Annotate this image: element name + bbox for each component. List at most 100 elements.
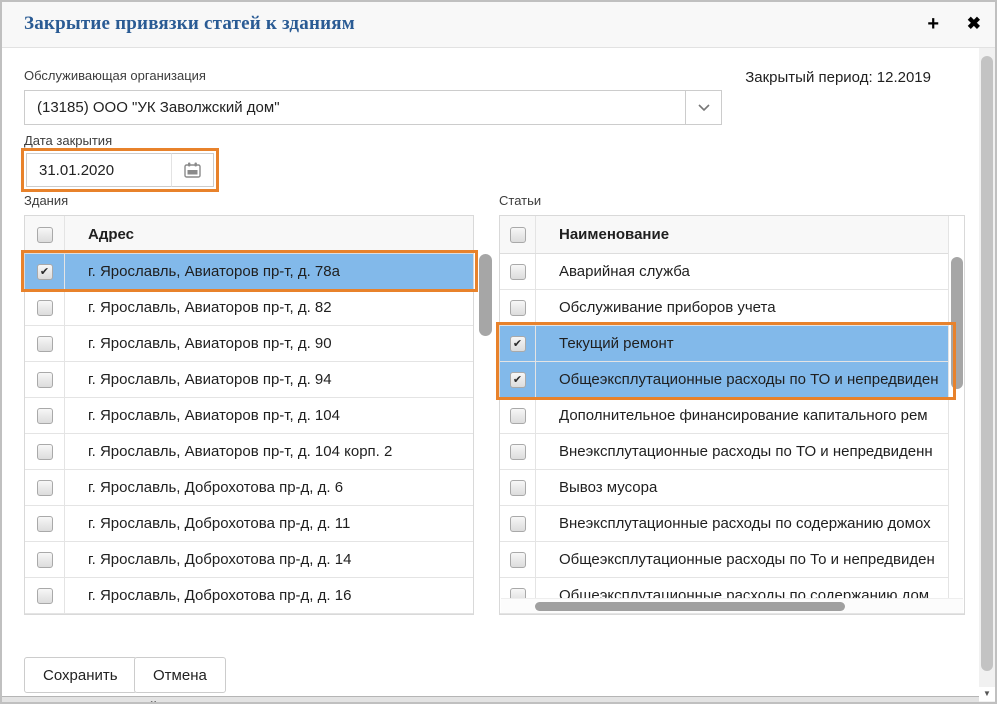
buildings-label: Здания — [24, 193, 68, 208]
row-checkbox[interactable] — [510, 408, 526, 424]
table-row[interactable]: г. Ярославль, Доброхотова пр-д, д. 11 — [25, 506, 473, 542]
table-row[interactable]: г. Ярославль, Доброхотова пр-д, д. 14 — [25, 542, 473, 578]
organization-select[interactable]: (13185) ООО "УК Заволжский дом" — [24, 90, 686, 125]
row-checkbox[interactable] — [37, 516, 53, 532]
table-row[interactable]: г. Ярославль, Авиаторов пр-т, д. 78а — [25, 254, 473, 290]
row-checkbox[interactable] — [37, 264, 53, 280]
row-checkbox[interactable] — [37, 480, 53, 496]
row-checkbox[interactable] — [510, 516, 526, 532]
row-checkbox[interactable] — [37, 552, 53, 568]
table-row[interactable]: Обслуживание приборов учета — [500, 290, 964, 326]
select-all-checkbox[interactable] — [510, 227, 526, 243]
row-label: Внеэксплутационные расходы по содержанию… — [536, 515, 964, 532]
row-label: г. Ярославль, Доброхотова пр-д, д. 6 — [65, 479, 473, 496]
table-row[interactable]: г. Ярославль, Авиаторов пр-т, д. 82 — [25, 290, 473, 326]
table-row[interactable]: г. Ярославль, Доброхотова пр-д, д. 6 — [25, 470, 473, 506]
row-checkbox-cell — [25, 470, 65, 505]
dialog-title: Закрытие привязки статей к зданиям — [24, 13, 355, 35]
row-checkbox[interactable] — [37, 336, 53, 352]
articles-hscrollbar-track — [501, 598, 963, 613]
cancel-button[interactable]: Отмена — [134, 657, 226, 693]
row-checkbox-cell — [500, 362, 536, 397]
table-row[interactable]: Вывоз мусора — [500, 470, 964, 506]
articles-scrollbar-thumb[interactable] — [951, 257, 963, 389]
select-all-checkbox[interactable] — [37, 227, 53, 243]
row-checkbox-cell — [25, 290, 65, 325]
row-checkbox[interactable] — [510, 336, 526, 352]
header-checkbox-cell — [25, 216, 65, 253]
chevron-down-icon — [697, 103, 711, 112]
scroll-down-icon[interactable]: ▼ — [979, 687, 995, 701]
calendar-button[interactable] — [171, 153, 214, 187]
row-checkbox-cell — [500, 434, 536, 469]
row-checkbox[interactable] — [37, 372, 53, 388]
row-checkbox[interactable] — [510, 444, 526, 460]
column-header-address: Адрес — [65, 226, 473, 243]
row-label: г. Ярославль, Доброхотова пр-д, д. 11 — [65, 515, 473, 532]
buildings-table: Адрес г. Ярославль, Авиаторов пр-т, д. 7… — [24, 215, 474, 615]
table-row[interactable]: Аварийная служба — [500, 254, 964, 290]
header-checkbox-cell — [500, 216, 536, 253]
page-scrollbar-thumb[interactable] — [981, 56, 993, 671]
background-column-header: Наименование статей — [16, 699, 157, 704]
table-row[interactable]: Дополнительное финансирование капитально… — [500, 398, 964, 434]
row-label: г. Ярославль, Доброхотова пр-д, д. 14 — [65, 551, 473, 568]
row-checkbox[interactable] — [37, 300, 53, 316]
row-checkbox[interactable] — [37, 444, 53, 460]
calendar-icon — [184, 162, 201, 178]
row-checkbox-cell — [500, 506, 536, 541]
closing-date-input[interactable]: 31.01.2020 — [26, 153, 172, 187]
page-scrollbar: ▼ — [979, 48, 995, 702]
table-row[interactable]: г. Ярославль, Авиаторов пр-т, д. 104 кор… — [25, 434, 473, 470]
buildings-rows: г. Ярославль, Авиаторов пр-т, д. 78а г. … — [25, 254, 473, 614]
row-checkbox[interactable] — [510, 552, 526, 568]
buildings-scrollbar-thumb[interactable] — [479, 254, 492, 336]
row-checkbox[interactable] — [37, 588, 53, 604]
organization-dropdown-button[interactable] — [685, 90, 722, 125]
row-checkbox[interactable] — [37, 408, 53, 424]
row-checkbox-cell — [25, 578, 65, 613]
background-column-header: Дата окончания — [895, 699, 979, 704]
row-label: Дополнительное финансирование капитально… — [536, 407, 964, 424]
row-checkbox-cell — [500, 290, 536, 325]
row-checkbox[interactable] — [510, 264, 526, 280]
row-label: г. Ярославль, Авиаторов пр-т, д. 78а — [65, 263, 473, 280]
row-label: Общеэксплутационные расходы по То и непр… — [536, 551, 964, 568]
closing-date-label: Дата закрытия — [24, 133, 112, 148]
table-row[interactable]: Общеэксплутационные расходы по То и непр… — [500, 542, 964, 578]
row-label: Общеэксплутационные расходы по ТО и непр… — [536, 371, 964, 388]
row-checkbox[interactable] — [510, 480, 526, 496]
table-row[interactable]: г. Ярославль, Авиаторов пр-т, д. 90 — [25, 326, 473, 362]
row-checkbox-cell — [500, 326, 536, 361]
row-checkbox[interactable] — [510, 300, 526, 316]
modal-dialog: Закрытие привязки статей к зданиям + ✖ О… — [0, 0, 997, 704]
dialog-header: Закрытие привязки статей к зданиям + ✖ — [2, 2, 995, 48]
organization-value: (13185) ООО "УК Заволжский дом" — [37, 99, 280, 116]
background-column-header: Дата начала — [692, 699, 771, 704]
add-icon[interactable]: + — [927, 11, 939, 37]
row-label: г. Ярославль, Авиаторов пр-т, д. 90 — [65, 335, 473, 352]
row-checkbox[interactable] — [510, 372, 526, 388]
row-label: г. Ярославль, Авиаторов пр-т, д. 104 — [65, 407, 473, 424]
row-checkbox-cell — [500, 254, 536, 289]
save-button[interactable]: Сохранить — [24, 657, 137, 693]
organization-label: Обслуживающая организация — [24, 68, 206, 83]
table-row[interactable]: Внеэксплутационные расходы по ТО и непре… — [500, 434, 964, 470]
table-row[interactable]: Внеэксплутационные расходы по содержанию… — [500, 506, 964, 542]
table-row[interactable]: Текущий ремонт — [500, 326, 964, 362]
articles-table: Наименование Аварийная служба Обслуживан… — [499, 215, 965, 615]
closing-date-value: 31.01.2020 — [39, 162, 114, 179]
table-row[interactable]: г. Ярославль, Авиаторов пр-т, д. 104 — [25, 398, 473, 434]
row-checkbox-cell — [25, 326, 65, 361]
table-row[interactable]: Общеэксплутационные расходы по ТО и непр… — [500, 362, 964, 398]
table-row[interactable]: г. Ярославль, Авиаторов пр-т, д. 94 — [25, 362, 473, 398]
row-label: Внеэксплутационные расходы по ТО и непре… — [536, 443, 964, 460]
table-row[interactable]: г. Ярославль, Доброхотова пр-д, д. 16 — [25, 578, 473, 614]
row-checkbox-cell — [25, 398, 65, 433]
articles-hscrollbar-thumb[interactable] — [535, 602, 845, 611]
row-label: г. Ярославль, Доброхотова пр-д, д. 16 — [65, 587, 473, 604]
articles-label: Статьи — [499, 193, 541, 208]
row-label: г. Ярославль, Авиаторов пр-т, д. 94 — [65, 371, 473, 388]
row-label: Вывоз мусора — [536, 479, 964, 496]
close-icon[interactable]: ✖ — [967, 11, 981, 37]
